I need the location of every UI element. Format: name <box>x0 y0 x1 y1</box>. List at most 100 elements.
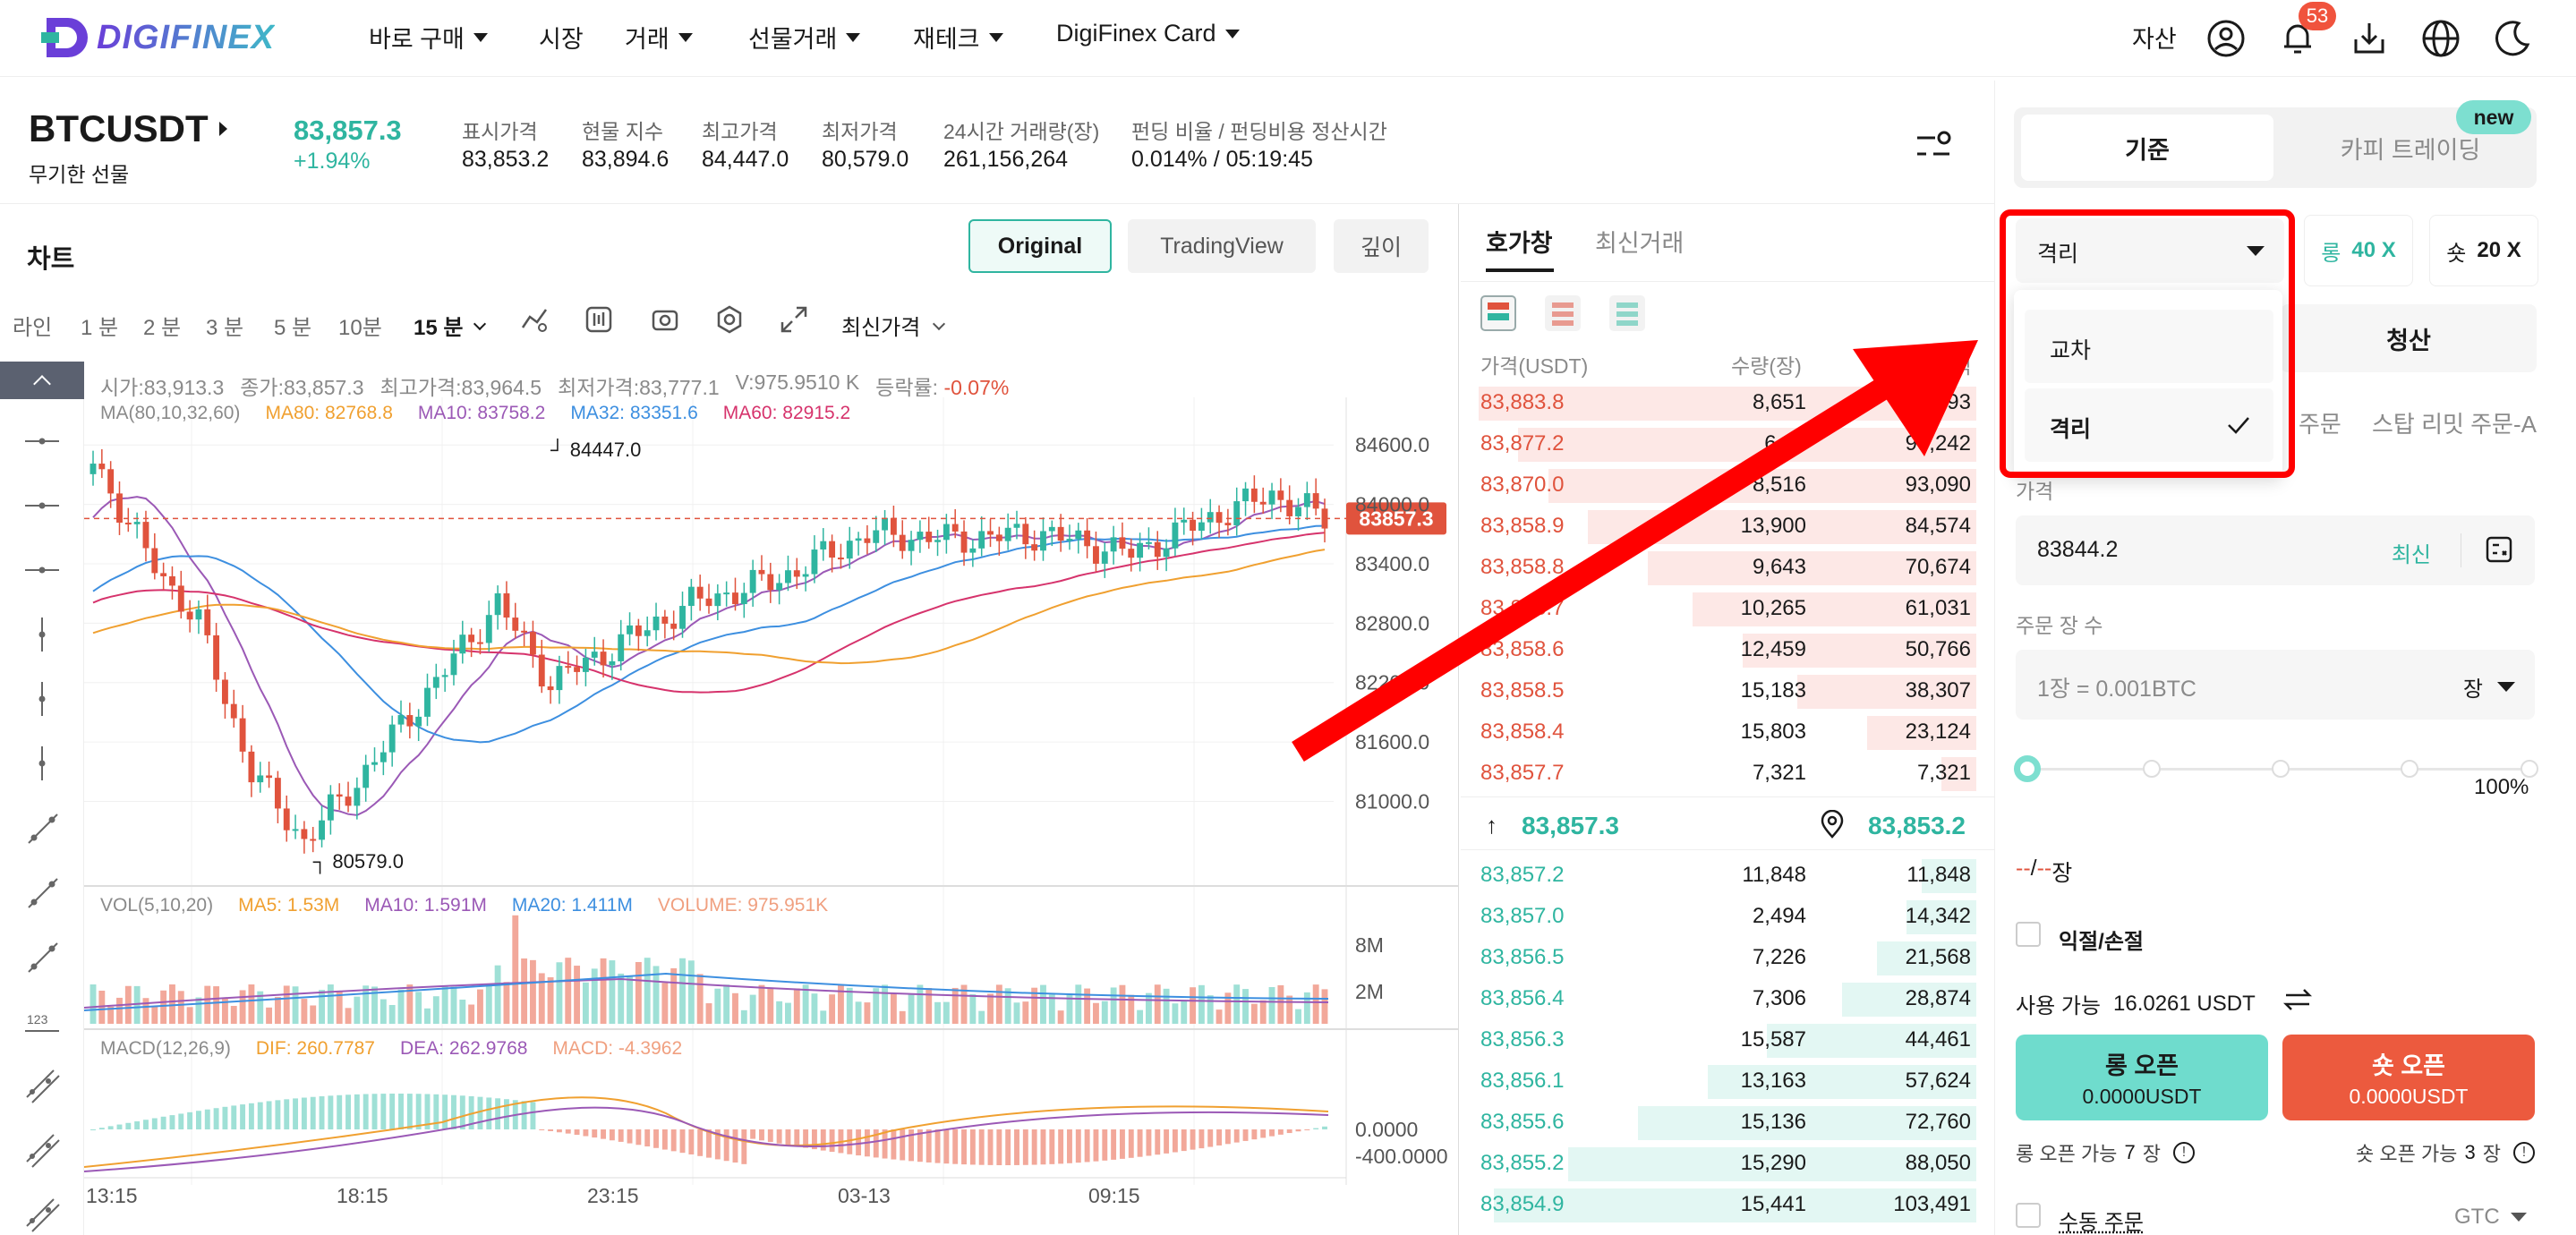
fullscreen-icon[interactable] <box>779 304 809 335</box>
orderbook-tab-trades[interactable]: 최신거래 <box>1595 224 1684 259</box>
qty-unit[interactable]: 장 <box>2463 671 2483 703</box>
indicator-icon[interactable] <box>519 304 550 335</box>
parallel-channel-icon[interactable] <box>21 1065 63 1106</box>
macd-histogram-bar <box>503 1099 509 1129</box>
tpsl-label[interactable]: 익절/손절 <box>2059 924 2144 955</box>
order-type-order[interactable]: 주문 <box>2299 406 2341 439</box>
short-leverage-button[interactable]: 숏 20 X <box>2429 215 2538 286</box>
price-source-select[interactable]: 최신가격 <box>841 310 946 341</box>
volume-bar <box>512 915 519 1024</box>
horizontal-segment-icon[interactable] <box>21 549 63 591</box>
globe-icon[interactable] <box>2420 18 2461 59</box>
calculator-icon[interactable] <box>2485 535 2513 564</box>
long-open-button[interactable]: 롱 오픈 0.0000USDT <box>2016 1035 2268 1120</box>
candle-style-icon[interactable] <box>584 304 614 335</box>
bid-row[interactable]: 83,854.9 15,441 103,491 <box>1479 1185 1976 1224</box>
macd-histogram-bar <box>477 1096 483 1129</box>
order-total: 14,342 <box>1905 904 1971 928</box>
bid-row[interactable]: 83,856.1 13,163 57,624 <box>1479 1061 1976 1101</box>
qty-input[interactable]: 1장 = 0.001BTC 장 <box>2016 650 2535 720</box>
timeframe-10m[interactable]: 10분 <box>338 310 382 341</box>
timeframe-2m[interactable]: 2 분 <box>143 310 181 341</box>
time-axis-label: 23:15 <box>587 1184 639 1207</box>
dark-mode-icon[interactable] <box>2492 18 2533 59</box>
view-tab-original[interactable]: Original <box>968 219 1112 273</box>
close-position-tab[interactable]: 청산 <box>2281 304 2537 372</box>
bid-row[interactable]: 83,855.6 15,136 72,760 <box>1479 1103 1976 1142</box>
candle-body <box>415 716 422 727</box>
horizontal-line-icon[interactable] <box>21 421 63 462</box>
bid-row[interactable]: 83,856.3 15,587 44,461 <box>1479 1020 1976 1060</box>
trade-tab-standard[interactable]: 기준 <box>2021 115 2273 181</box>
screenshot-icon[interactable] <box>650 304 680 335</box>
qty-slider[interactable] <box>2014 755 2538 782</box>
macd-histogram-bar <box>406 1094 413 1129</box>
gtc-select[interactable]: GTC <box>2454 1205 2527 1230</box>
tpsl-checkbox[interactable] <box>2016 922 2041 947</box>
chart-settings-icon[interactable] <box>714 304 745 335</box>
nav-item-market[interactable]: 시장 <box>539 20 584 55</box>
view-tab-depth[interactable]: 깊이 <box>1334 219 1429 273</box>
vol-ma10: MA10: 1.591M <box>364 895 487 916</box>
volume-bar <box>186 1007 193 1024</box>
price-input[interactable]: 83844.2 최신 <box>2016 515 2535 585</box>
vertical-ray-icon[interactable] <box>21 743 63 784</box>
view-tab-tradingview[interactable]: TradingView <box>1128 219 1316 273</box>
info-icon[interactable]: ! <box>2172 1142 2195 1163</box>
bid-row[interactable]: 83,856.5 7,226 21,568 <box>1479 938 1976 977</box>
timeframe-1m[interactable]: 1 분 <box>81 310 118 341</box>
volume-bar <box>995 984 1002 1024</box>
slider-handle[interactable] <box>2014 755 2041 782</box>
logo[interactable]: DIGIFINEX <box>41 13 275 63</box>
trend-line-icon[interactable] <box>21 807 63 848</box>
assets-link[interactable]: 자산 <box>2132 20 2177 55</box>
segment-line-icon[interactable] <box>21 936 63 977</box>
macd-histogram-bar <box>1286 1129 1292 1134</box>
transfer-icon[interactable] <box>2282 984 2313 1015</box>
bid-row[interactable]: 83,856.4 7,306 28,874 <box>1479 979 1976 1018</box>
nav-item-quick-buy[interactable]: 바로 구매 <box>369 20 488 55</box>
long-leverage-label: 롱 <box>2321 241 2341 266</box>
label-icon[interactable]: 123 <box>21 1001 63 1042</box>
ohlc-legend: 시가:83,913.3 종가:83,857.3 최고가격:83,964.5 최저… <box>100 370 1009 401</box>
candle-body <box>133 522 141 524</box>
long-leverage-button[interactable]: 롱 40 X <box>2304 215 2413 286</box>
symbol-selector[interactable]: BTCUSDT <box>29 107 227 150</box>
vertical-line-icon[interactable] <box>21 614 63 655</box>
timeframe-5m[interactable]: 5 분 <box>274 310 311 341</box>
timeframe-3m[interactable]: 3 분 <box>206 310 243 341</box>
download-icon[interactable] <box>2349 18 2390 59</box>
volume-bar <box>618 973 625 1024</box>
orderbook-tab-book[interactable]: 호가창 <box>1486 224 1553 259</box>
nav-item-futures[interactable]: 선물거래 <box>748 20 860 55</box>
short-leverage-value: 20 X <box>2477 238 2521 262</box>
collapse-toolbar-button[interactable] <box>0 362 84 399</box>
volume-bar <box>740 1009 747 1024</box>
timeframe-line[interactable]: 라인 <box>13 310 52 341</box>
volume-bar <box>397 989 405 1024</box>
ray-line-icon[interactable] <box>21 872 63 913</box>
layout-settings-icon[interactable] <box>1912 124 1955 166</box>
user-icon[interactable] <box>2205 18 2247 59</box>
horizontal-ray-icon[interactable] <box>21 485 63 526</box>
info-icon[interactable]: ! <box>2512 1142 2535 1163</box>
bid-row[interactable]: 83,857.2 11,848 11,848 <box>1479 856 1976 895</box>
nav-item-card[interactable]: DigiFinex Card <box>1056 20 1240 47</box>
order-type-stop-limit[interactable]: 스탑 리밋 주문-A <box>2372 406 2538 439</box>
manual-order-label[interactable]: 수동 주문 <box>2059 1205 2144 1235</box>
ma-legend: MA(80,10,32,60) MA80: 82768.8 MA10: 8375… <box>100 403 850 424</box>
vertical-segment-icon[interactable] <box>21 678 63 720</box>
bid-row[interactable]: 83,857.0 2,494 14,342 <box>1479 897 1976 936</box>
latest-price-button[interactable]: 최신 <box>2392 537 2431 568</box>
nav-item-trade[interactable]: 거래 <box>625 20 693 55</box>
nav-item-earn[interactable]: 재테크 <box>913 20 1003 55</box>
fib-channel-icon[interactable] <box>21 1129 63 1171</box>
fib-retracement-icon[interactable] <box>21 1194 63 1235</box>
short-open-button[interactable]: 숏 오픈 0.0000USDT <box>2282 1035 2535 1120</box>
macd-histogram-bar <box>1058 1129 1064 1164</box>
timeframe-15m[interactable]: 15 분 <box>414 310 487 341</box>
candlestick-chart[interactable]: 83857.384600.084000.083400.082800.082200… <box>84 362 1459 1235</box>
manual-order-checkbox[interactable] <box>2016 1203 2041 1228</box>
macd-histogram-bar <box>661 1129 668 1150</box>
bid-row[interactable]: 83,855.2 15,290 88,050 <box>1479 1144 1976 1183</box>
